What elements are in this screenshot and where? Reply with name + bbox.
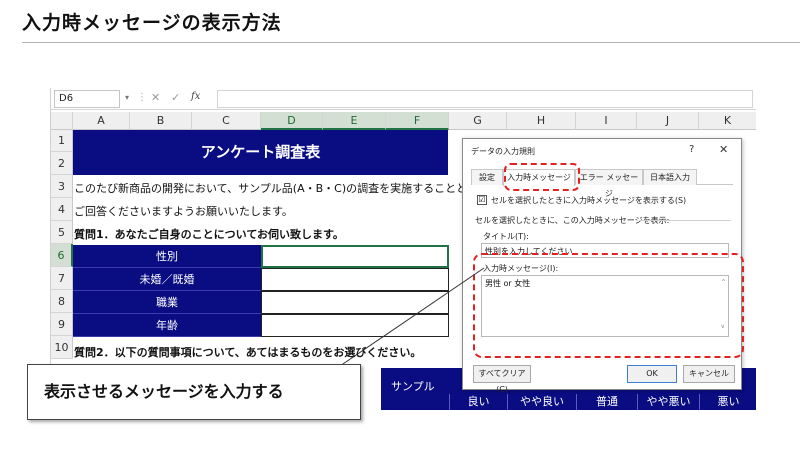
title-divider (22, 42, 800, 43)
check-icon[interactable]: ✓ (171, 91, 180, 104)
request-line-cell[interactable]: ご回答くださいますようお願いいたします。 (74, 203, 293, 219)
tab-highlight-box (504, 163, 580, 191)
formula-input[interactable] (217, 90, 753, 108)
column-header-b[interactable]: B (130, 112, 192, 130)
column-header-e[interactable]: E (323, 112, 386, 130)
column-header-j[interactable]: J (637, 112, 699, 130)
answer-cell-gender[interactable] (261, 245, 449, 268)
dialog-title: データの入力規則 (471, 147, 535, 156)
answer-cell-job[interactable] (261, 291, 449, 314)
answer-cell-age[interactable] (261, 314, 449, 337)
row-header-3[interactable]: 3 (51, 175, 73, 198)
label-cell-age[interactable]: 年齢 (73, 314, 261, 337)
row-header-2[interactable]: 2 (51, 152, 73, 175)
tab-error-message[interactable]: エラー メッセージ (575, 169, 643, 198)
column-header-i[interactable]: I (576, 112, 637, 130)
question1-cell[interactable]: 質問1．あなたご自身のことについてお伺い致します。 (74, 226, 344, 242)
column-header-f[interactable]: F (386, 112, 449, 130)
rating-option-bad[interactable]: 悪い (699, 394, 756, 410)
row-header-1[interactable]: 1 (51, 130, 73, 152)
row-header-9[interactable]: 9 (51, 313, 73, 336)
column-header-h[interactable]: H (507, 112, 576, 130)
label-cell-marital[interactable]: 未婚／既婚 (73, 268, 261, 291)
column-header-k[interactable]: K (699, 112, 756, 130)
label-cell-job[interactable]: 職業 (73, 291, 261, 314)
rating-option-fairly-bad[interactable]: やや悪い (637, 394, 699, 410)
intro-line-cell[interactable]: このたび新商品の開発において、サンプル品(A・B・C)の調査を実施することと (74, 180, 467, 196)
rating-option-fairly-good[interactable]: やや良い (507, 394, 576, 410)
column-header-a[interactable]: A (73, 112, 130, 130)
row-header-5[interactable]: 5 (51, 221, 73, 244)
clear-all-button[interactable]: すべてクリア(C) (473, 365, 531, 394)
formula-bar: D6 ▾ ⋮ ✕ ✓ fx (51, 88, 756, 110)
answer-cell-marital[interactable] (261, 268, 449, 291)
row-header-6[interactable]: 6 (51, 244, 73, 267)
show-message-checkbox-label[interactable]: セルを選択したときに入力時メッセージを表示する(S) (491, 195, 686, 206)
grip-icon: ⋮ (137, 92, 147, 103)
row-header-4[interactable]: 4 (51, 198, 73, 221)
tab-ime-mode[interactable]: 日本語入力 (643, 169, 697, 185)
row-header-7[interactable]: 7 (51, 267, 73, 290)
show-message-checkbox[interactable]: ☑ (477, 195, 487, 205)
section-divider (639, 220, 731, 221)
row-header-8[interactable]: 8 (51, 290, 73, 313)
sample-label-cell[interactable]: サンプル (391, 378, 435, 394)
column-header-c[interactable]: C (192, 112, 261, 130)
slide-title: 入力時メッセージの表示方法 (22, 12, 282, 34)
column-header-g[interactable]: G (449, 112, 507, 130)
help-icon[interactable]: ? (689, 144, 694, 155)
message-area-highlight-box (473, 253, 744, 358)
select-all-corner[interactable] (51, 112, 73, 130)
chevron-down-icon[interactable]: ▾ (125, 93, 129, 102)
column-header-d[interactable]: D (261, 112, 323, 130)
row-header-10[interactable]: 10 (51, 336, 73, 359)
label-cell-gender[interactable]: 性別 (73, 245, 261, 268)
close-icon[interactable]: ✕ (719, 143, 728, 156)
cancel-icon[interactable]: ✕ (151, 91, 160, 104)
instruction-callout: 表示させるメッセージを入力する (27, 364, 361, 420)
title-field-label: タイトル(T): (483, 232, 529, 241)
tab-settings[interactable]: 設定 (471, 169, 503, 185)
question2-cell[interactable]: 質問2．以下の質問事項について、あてはまるものをお選びください。 (74, 344, 421, 360)
cancel-button[interactable]: キャンセル (683, 365, 735, 383)
function-icon[interactable]: fx (191, 91, 200, 102)
sheet-title-cell[interactable]: アンケート調査表 (73, 130, 448, 175)
rating-option-neutral[interactable]: 普通 (576, 394, 637, 410)
ok-button[interactable]: OK (627, 365, 677, 383)
name-box[interactable]: D6 (54, 90, 120, 108)
